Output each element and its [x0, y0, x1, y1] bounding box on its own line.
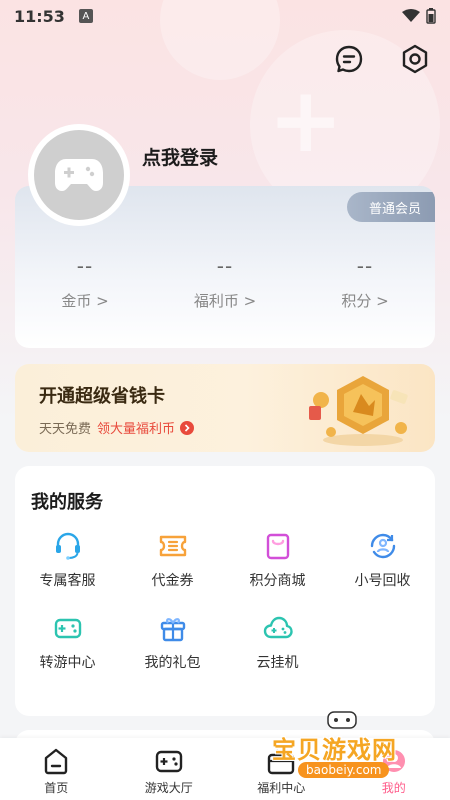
settings-hexagon-icon[interactable] — [400, 44, 430, 74]
battery-icon — [426, 8, 436, 24]
tab-label: 游戏大厅 — [144, 781, 193, 795]
my-services-section: 我的服务 专属客服 代金券 积分商城 小号回收 转游中心 我的礼包 云挂机 — [15, 466, 435, 716]
tab-home[interactable]: 首页 — [0, 738, 113, 800]
message-icon[interactable] — [334, 44, 364, 74]
shopping-bag-icon — [266, 533, 289, 560]
service-label: 小号回收 — [354, 573, 411, 589]
stat-label: 金币 > — [61, 292, 109, 310]
service-label: 积分商城 — [249, 573, 306, 589]
member-level-badge: 普通会员 — [346, 192, 435, 222]
notification-icon: A — [78, 9, 93, 23]
promo-subtitle-plain: 天天免费 — [39, 422, 92, 437]
gift-icon — [160, 618, 185, 642]
service-label: 代金券 — [151, 573, 194, 589]
bottom-tab-bar: 首页 游戏大厅 福利中心 我的 — [0, 738, 450, 800]
service-coupons[interactable]: 代金券 — [120, 530, 225, 590]
stat-gold-coins[interactable]: -- 金币 > — [15, 254, 155, 311]
cloud-game-icon — [263, 616, 293, 639]
avatar[interactable] — [28, 124, 130, 226]
stat-value: -- — [216, 254, 234, 278]
transfer-game-icon — [54, 618, 81, 639]
tab-label: 首页 — [44, 781, 69, 795]
stat-welfare-coins[interactable]: -- 福利币 > — [155, 254, 295, 311]
tab-game-hall[interactable]: 游戏大厅 — [113, 738, 226, 800]
service-label: 专属客服 — [39, 573, 96, 589]
recycle-user-icon — [370, 533, 395, 559]
gift-box-icon — [268, 749, 295, 775]
status-time: 11:53 — [14, 6, 65, 26]
service-cloud-hosting[interactable]: 云挂机 — [225, 612, 330, 672]
service-points-mall[interactable]: 积分商城 — [225, 530, 330, 590]
status-bar: 11:53 A — [0, 0, 450, 32]
tab-mine[interactable]: 我的 — [338, 738, 450, 800]
coin-hexagon-illustration — [309, 376, 408, 446]
coupon-icon — [159, 535, 186, 557]
service-label: 云挂机 — [256, 655, 299, 671]
login-prompt[interactable]: 点我登录 — [142, 143, 218, 170]
service-customer-support[interactable]: 专属客服 — [15, 530, 120, 590]
service-account-recycle[interactable]: 小号回收 — [330, 530, 435, 590]
stat-points[interactable]: -- 积分 > — [295, 254, 435, 311]
stat-label: 福利币 > — [193, 292, 257, 310]
service-label: 我的礼包 — [144, 655, 201, 671]
section-title: 我的服务 — [31, 492, 103, 513]
promo-title: 开通超级省钱卡 — [39, 386, 165, 407]
chevron-right-icon — [180, 420, 195, 435]
stat-value: -- — [356, 254, 374, 278]
promo-subtitle-highlight: 领大量福利币 — [97, 422, 176, 437]
tab-label: 福利中心 — [257, 781, 306, 795]
headset-icon — [55, 532, 80, 560]
tab-welfare-center[interactable]: 福利中心 — [225, 738, 338, 800]
service-my-gifts[interactable]: 我的礼包 — [120, 612, 225, 672]
tab-label: 我的 — [381, 781, 406, 795]
stat-value: -- — [76, 254, 94, 278]
savings-card-banner[interactable]: 开通超级省钱卡 天天免费 领大量福利币 — [15, 364, 435, 452]
wifi-icon — [402, 9, 420, 22]
home-icon — [45, 748, 68, 775]
service-transfer-center[interactable]: 转游中心 — [15, 612, 120, 672]
stat-label: 积分 > — [341, 292, 389, 310]
profile-icon — [382, 750, 405, 772]
gamepad-icon — [155, 750, 182, 773]
service-label: 转游中心 — [39, 655, 96, 671]
promo-subtitle: 天天免费 领大量福利币 — [39, 418, 195, 437]
gamepad-icon — [55, 159, 103, 191]
